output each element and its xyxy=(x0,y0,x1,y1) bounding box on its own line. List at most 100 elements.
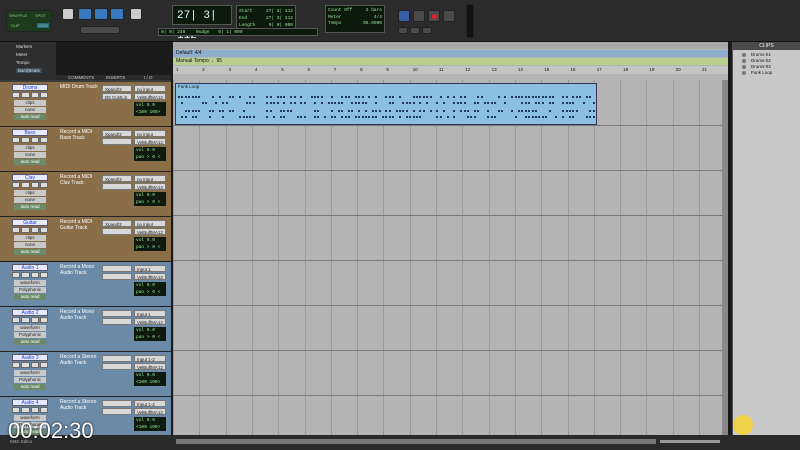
solo-button[interactable] xyxy=(31,92,39,98)
ruler-tempo[interactable]: Tempo xyxy=(16,60,30,65)
track-timebase-selector[interactable]: none xyxy=(14,242,46,248)
fast-forward-button[interactable] xyxy=(410,27,420,34)
track-view-selector[interactable]: waveform xyxy=(14,370,46,376)
track-audio-3[interactable]: Audio 3 waveform Polyphonic auto read Re… xyxy=(0,352,171,397)
track-guitar[interactable]: Guitar clips none auto read Record a MID… xyxy=(0,217,171,262)
mute-button[interactable] xyxy=(40,92,48,98)
record-enable-button[interactable] xyxy=(12,137,20,143)
track-view-selector[interactable]: clips xyxy=(14,145,46,151)
input-selector[interactable]: no input xyxy=(134,130,166,137)
input-selector[interactable]: Input 1-2 xyxy=(134,355,166,362)
track-comment[interactable]: MIDI Drum Track xyxy=(60,84,100,125)
track-name[interactable]: Clav xyxy=(12,174,48,181)
automation-mode-selector[interactable]: auto read xyxy=(14,294,46,300)
track-audio-1[interactable]: Audio 1 waveform Polyphonic auto read Re… xyxy=(0,262,171,307)
bars-ruler[interactable]: 1234567891011121314151617181920212223242… xyxy=(173,66,728,74)
track-name[interactable]: Audio 3 xyxy=(12,354,48,361)
volume-pan-display[interactable]: vol 0.0 pan > 0 < xyxy=(134,237,166,251)
ruler-markers[interactable]: Markers xyxy=(16,44,32,49)
rewind-button[interactable] xyxy=(398,27,408,34)
record-button[interactable] xyxy=(428,10,440,22)
input-monitor-button[interactable] xyxy=(21,137,29,143)
insert-a[interactable]: Xpand!2 xyxy=(102,130,132,137)
solo-button[interactable] xyxy=(31,362,39,368)
record-enable-button[interactable] xyxy=(12,272,20,278)
track-audio-2[interactable]: Audio 2 waveform Polyphonic auto read Re… xyxy=(0,307,171,352)
solo-button[interactable] xyxy=(31,227,39,233)
track-timebase-selector[interactable]: Polyphonic xyxy=(14,332,46,338)
insert-a[interactable] xyxy=(102,400,132,407)
insert-a[interactable]: Xpand!2 xyxy=(102,85,132,92)
volume-pan-display[interactable]: vol 0.0 pan > 0 < xyxy=(134,147,166,161)
automation-mode-selector[interactable]: auto read xyxy=(14,159,46,165)
tempo-value[interactable]: 95.0000 xyxy=(363,21,382,28)
selector-tool-icon[interactable] xyxy=(94,8,108,20)
insert-b[interactable] xyxy=(102,138,132,145)
mute-button[interactable] xyxy=(40,137,48,143)
input-monitor-button[interactable] xyxy=(21,317,29,323)
automation-mode-selector[interactable]: auto read xyxy=(14,339,46,345)
record-enable-button[interactable] xyxy=(12,92,20,98)
mode-slip[interactable]: SLIP xyxy=(11,23,20,28)
record-enable-button[interactable] xyxy=(12,227,20,233)
mute-button[interactable] xyxy=(40,407,48,413)
input-monitor-button[interactable] xyxy=(21,227,29,233)
output-selector[interactable]: VelBuffMA12 xyxy=(134,273,166,280)
zoom-slider[interactable] xyxy=(660,440,720,443)
volume-pan-display[interactable]: vol 0.0 pan > 0 < xyxy=(134,327,166,341)
track-comment[interactable]: Record a MIDI Clav Track xyxy=(60,174,100,215)
input-selector[interactable]: Input 1-2 xyxy=(134,400,166,407)
grabber-tool-icon[interactable] xyxy=(110,8,124,20)
input-monitor-button[interactable] xyxy=(21,362,29,368)
track-drums[interactable]: Drums clips none auto read MIDI Drum Tra… xyxy=(0,82,171,127)
insert-a[interactable] xyxy=(102,355,132,362)
track-timebase-selector[interactable]: none xyxy=(14,152,46,158)
output-selector[interactable]: VelBuffMA12 xyxy=(134,138,166,145)
track-comment[interactable]: Record a Stereo Audio Track xyxy=(60,354,100,395)
insert-b[interactable]: D5 CustLin xyxy=(102,93,132,100)
output-selector[interactable]: VelBuffMA12 xyxy=(134,318,166,325)
track-view-selector[interactable]: clips xyxy=(14,100,46,106)
insert-b[interactable] xyxy=(102,408,132,415)
mute-button[interactable] xyxy=(40,317,48,323)
track-timebase-selector[interactable]: none xyxy=(14,107,46,113)
nudge-value[interactable]: 0| 1| 000 xyxy=(218,30,242,35)
clip-funk-loop[interactable]: Funk Loop xyxy=(175,83,597,125)
input-selector[interactable]: Input 1 xyxy=(134,310,166,317)
main-counter[interactable]: 27| 3| 112 xyxy=(172,5,232,25)
insert-b[interactable] xyxy=(102,318,132,325)
smart-tool-button[interactable] xyxy=(80,26,120,34)
trim-tool-icon[interactable] xyxy=(78,8,92,20)
input-monitor-button[interactable] xyxy=(21,407,29,413)
input-monitor-button[interactable] xyxy=(21,92,29,98)
track-view-selector[interactable]: waveform xyxy=(14,325,46,331)
mode-shuffle[interactable]: SHUFFLE xyxy=(9,13,27,18)
automation-mode-selector[interactable]: auto read xyxy=(14,249,46,255)
output-selector[interactable]: VelBuffMA12 xyxy=(134,93,166,100)
grid-value[interactable]: 0| 0| 240 xyxy=(161,30,185,35)
input-selector[interactable]: no input xyxy=(134,175,166,182)
automation-mode-selector[interactable]: auto read xyxy=(14,384,46,390)
track-name[interactable]: Audio 4 xyxy=(12,399,48,406)
mute-button[interactable] xyxy=(40,362,48,368)
track-comment[interactable]: Record a MIDI Guitar Track xyxy=(60,219,100,260)
return-to-zero-button[interactable] xyxy=(443,10,455,22)
count-off-label[interactable]: Count Off xyxy=(328,8,352,13)
start-value[interactable]: 27| 3| 112 xyxy=(266,8,293,15)
track-view-selector[interactable]: clips xyxy=(14,235,46,241)
volume-pan-display[interactable]: vol 0.0 <100 100> xyxy=(134,372,166,386)
insert-a[interactable]: Xpand!2 xyxy=(102,220,132,227)
pencil-tool-icon[interactable] xyxy=(130,8,142,20)
vertical-scrollbar[interactable] xyxy=(722,80,728,435)
output-selector[interactable]: VelBuffMA12 xyxy=(134,183,166,190)
track-name[interactable]: Drums xyxy=(12,84,48,91)
solo-button[interactable] xyxy=(31,317,39,323)
insert-b[interactable] xyxy=(102,228,132,235)
mute-button[interactable] xyxy=(40,272,48,278)
record-enable-button[interactable] xyxy=(12,182,20,188)
timeline-grid[interactable] xyxy=(173,80,728,435)
solo-button[interactable] xyxy=(31,182,39,188)
volume-pan-display[interactable]: vol 0.0 <100 100> xyxy=(134,102,166,116)
mute-button[interactable] xyxy=(40,227,48,233)
solo-button[interactable] xyxy=(31,407,39,413)
